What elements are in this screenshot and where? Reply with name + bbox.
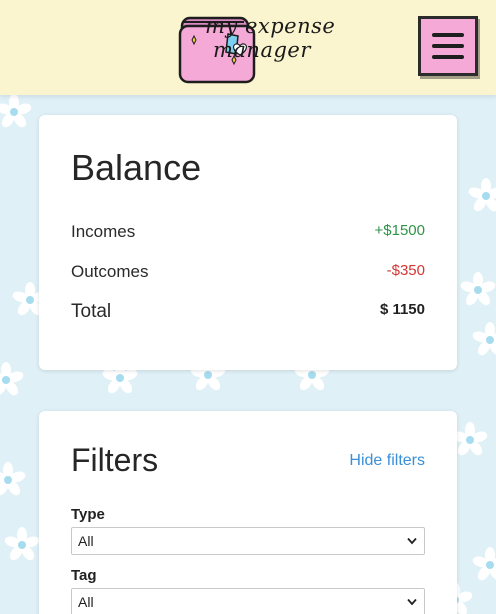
type-select[interactable]: All [71,527,425,555]
balance-title: Balance [71,147,202,188]
total-label: Total [71,301,112,322]
outcomes-value: -$350 [386,262,425,279]
outcomes-label: Outcomes [71,262,149,281]
incomes-value: +$1500 [374,222,425,239]
balance-card: Balance Incomes +$1500 Outcomes -$350 To… [39,115,457,370]
chevron-down-icon [407,537,417,545]
logo-line-1: my expense [205,14,336,38]
outcomes-row: Outcomes -$350 [71,262,425,286]
hamburger-menu-icon [432,33,464,37]
filters-card: Filters Hide filters Type All Tag All [39,411,457,614]
incomes-label: Incomes [71,222,136,241]
tag-select-value: All [78,594,94,610]
type-select-value: All [78,533,94,549]
app-logo-text: my expense manager [205,14,335,62]
total-row: Total $ 1150 [71,301,425,325]
type-label: Type [71,506,105,523]
hamburger-menu-icon-bar [432,44,464,48]
filters-title: Filters [71,442,159,478]
app-header: my expense manager [0,0,496,95]
tag-select[interactable]: All [71,588,425,614]
incomes-row: Incomes +$1500 [71,222,425,246]
total-value: $ 1150 [379,301,425,318]
hide-filters-link[interactable]: Hide filters [349,452,425,470]
logo-line-2: manager [213,38,311,62]
tag-label: Tag [71,567,97,584]
chevron-down-icon [407,598,417,606]
hamburger-menu-icon-bar [432,55,464,59]
hamburger-menu-button[interactable] [418,16,478,76]
